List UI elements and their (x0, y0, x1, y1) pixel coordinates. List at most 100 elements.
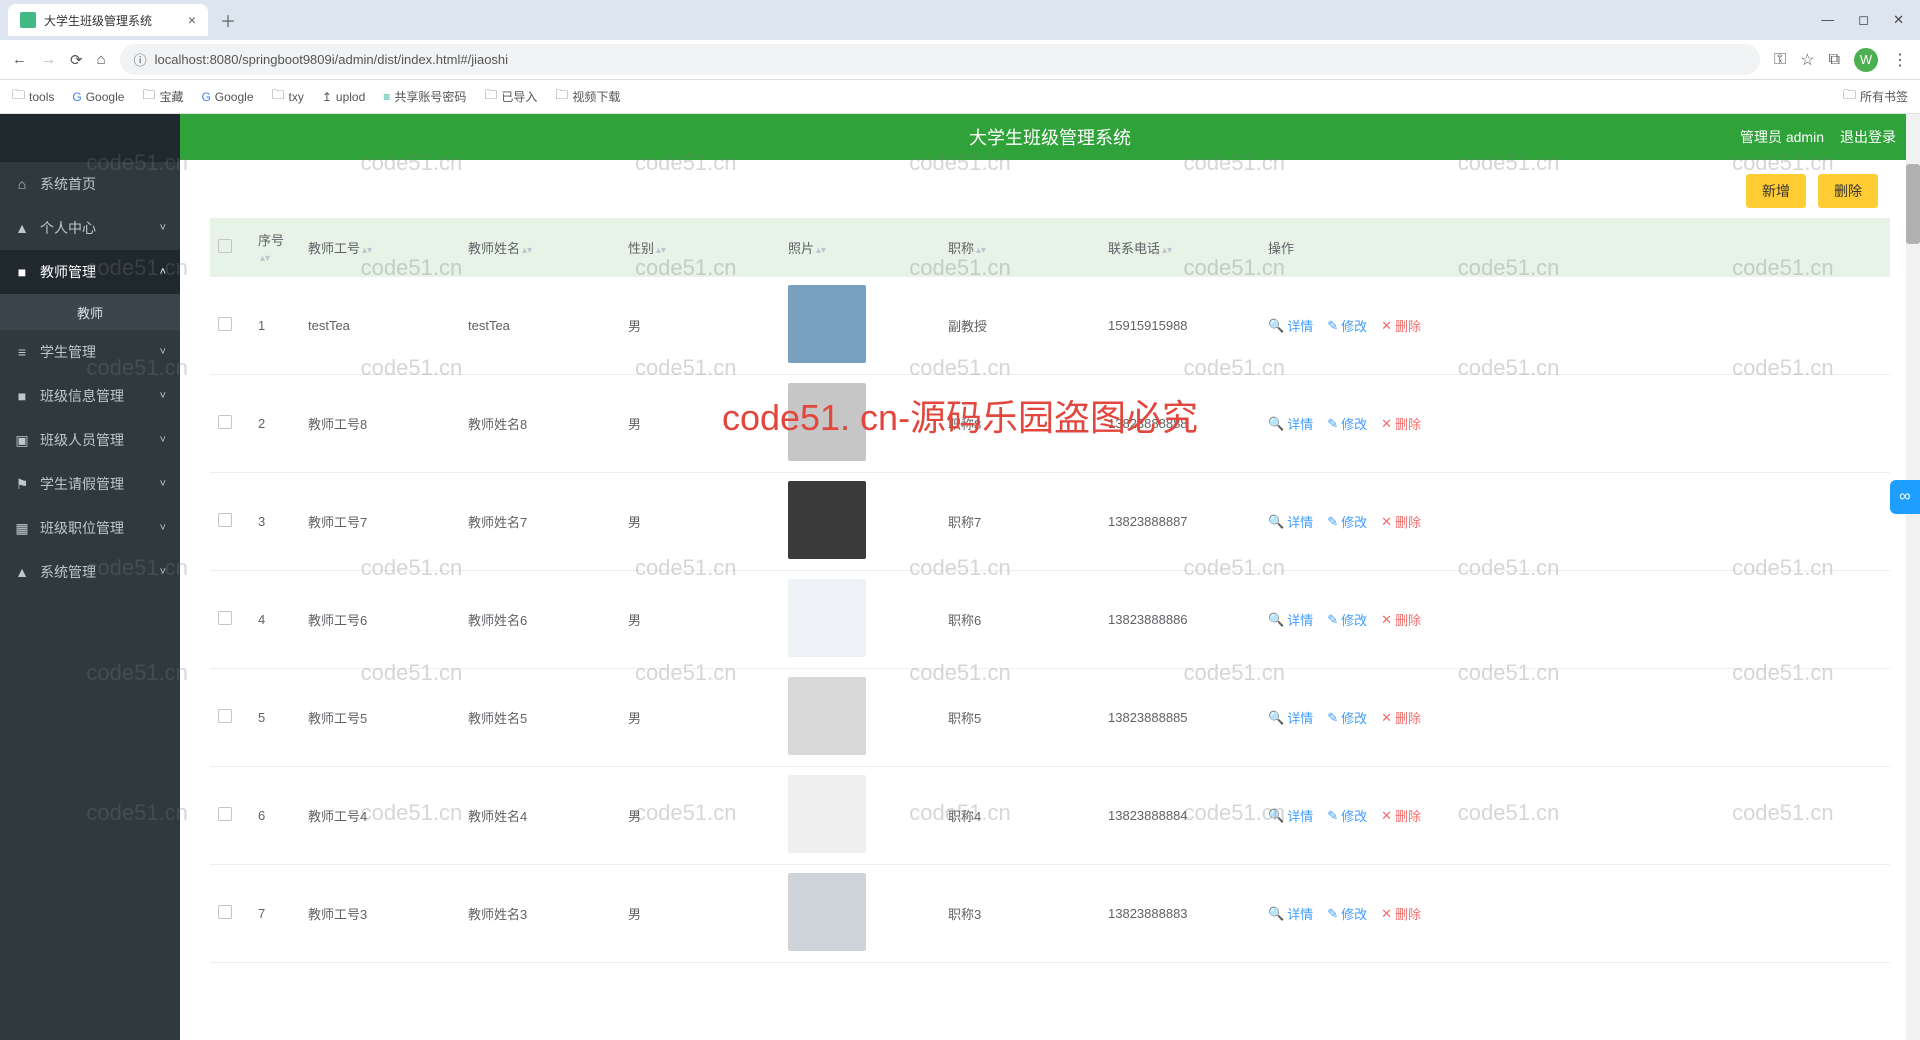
browser-tab[interactable]: 大学生班级管理系统 × (8, 4, 208, 36)
menu-icon[interactable]: ⋮ (1892, 50, 1908, 70)
sort-icon[interactable]: ▴▾ (976, 248, 986, 254)
edit-link[interactable]: ✎修改 (1327, 708, 1367, 727)
detail-link[interactable]: 🔍详情 (1268, 806, 1313, 825)
row-checkbox[interactable] (218, 513, 232, 527)
sidebar-item-2[interactable]: ■教师管理˄ (0, 250, 180, 294)
row-checkbox[interactable] (218, 611, 232, 625)
app-title: 大学生班级管理系统 (969, 124, 1131, 150)
sort-icon[interactable]: ▴▾ (362, 248, 372, 254)
detail-link[interactable]: 🔍详情 (1268, 610, 1313, 629)
edit-link[interactable]: ✎修改 (1327, 610, 1367, 629)
edit-link[interactable]: ✎修改 (1327, 512, 1367, 531)
reload-button[interactable]: ⟳ (70, 51, 83, 69)
delete-link[interactable]: ✕删除 (1381, 414, 1421, 433)
bookmark-item[interactable]: 🗀视频下载 (555, 86, 620, 108)
sort-icon[interactable]: ▴▾ (522, 248, 532, 254)
cell-id: 教师工号8 (300, 375, 460, 473)
bookmark-item[interactable]: ≡共享账号密码 (383, 88, 466, 105)
bookmark-item[interactable]: GGoogle (72, 90, 124, 104)
back-button[interactable]: ← (12, 51, 27, 68)
main: 大学生班级管理系统 管理员 admin 退出登录 新增 删除 序号▴▾ 教师工号… (180, 114, 1920, 1040)
delete-link[interactable]: ✕删除 (1381, 316, 1421, 335)
close-icon: ✕ (1381, 710, 1392, 726)
cell-title: 职称3 (940, 865, 1100, 963)
tab-close-icon[interactable]: × (188, 12, 196, 28)
search-icon: 🔍 (1268, 416, 1284, 432)
delete-link[interactable]: ✕删除 (1381, 610, 1421, 629)
edit-link[interactable]: ✎修改 (1327, 316, 1367, 335)
table-row: 5 教师工号5 教师姓名5 男 职称5 13823888885 🔍详情 ✎修改 … (210, 669, 1890, 767)
row-checkbox[interactable] (218, 709, 232, 723)
detail-link[interactable]: 🔍详情 (1268, 904, 1313, 923)
pencil-icon: ✎ (1327, 710, 1338, 726)
add-button[interactable]: 新增 (1746, 174, 1806, 208)
chevron-icon: ˅ (160, 522, 166, 534)
pencil-icon: ✎ (1327, 318, 1338, 334)
row-checkbox[interactable] (218, 317, 232, 331)
sort-icon[interactable]: ▴▾ (1162, 248, 1172, 254)
sidebar-item-4[interactable]: ■班级信息管理˅ (0, 374, 180, 418)
sidebar-item-0[interactable]: ⌂系统首页 (0, 162, 180, 206)
tab-title: 大学生班级管理系统 (44, 12, 152, 29)
float-share-button[interactable]: ∞ (1890, 480, 1920, 514)
sort-icon[interactable]: ▴▾ (260, 256, 270, 262)
site-info-icon[interactable]: ⓘ (134, 50, 147, 69)
window-close-icon[interactable]: ✕ (1893, 12, 1904, 28)
extensions-icon[interactable]: ⧉ (1829, 51, 1840, 69)
sort-icon[interactable]: ▴▾ (816, 248, 826, 254)
sort-icon[interactable]: ▴▾ (656, 248, 666, 254)
bookmark-item[interactable]: 🗀tools (12, 86, 54, 108)
detail-link[interactable]: 🔍详情 (1268, 316, 1313, 335)
row-checkbox[interactable] (218, 905, 232, 919)
scrollbar-vertical[interactable] (1906, 114, 1920, 1040)
edit-link[interactable]: ✎修改 (1327, 414, 1367, 433)
bookmark-item[interactable]: ↥uplod (322, 90, 365, 104)
search-icon: 🔍 (1268, 514, 1284, 530)
browser-tab-strip: 大学生班级管理系统 × ＋ — ◻ ✕ (0, 0, 1920, 40)
pencil-icon: ✎ (1327, 416, 1338, 432)
window-maximize-icon[interactable]: ◻ (1858, 12, 1869, 28)
window-minimize-icon[interactable]: — (1821, 12, 1834, 28)
bookmark-item[interactable]: 🗀已导入 (484, 86, 537, 108)
home-button[interactable]: ⌂ (97, 51, 106, 68)
delete-link[interactable]: ✕删除 (1381, 806, 1421, 825)
bookmark-all[interactable]: 🗀所有书签 (1843, 86, 1908, 108)
chevron-icon: ˅ (160, 566, 166, 578)
detail-link[interactable]: 🔍详情 (1268, 708, 1313, 727)
detail-link[interactable]: 🔍详情 (1268, 414, 1313, 433)
row-checkbox[interactable] (218, 415, 232, 429)
bookmark-icon[interactable]: ☆ (1800, 50, 1814, 70)
sidebar-item-8[interactable]: ▲系统管理˅ (0, 550, 180, 594)
select-all-checkbox[interactable] (218, 239, 232, 253)
sidebar-item-1[interactable]: ▲个人中心˅ (0, 206, 180, 250)
password-icon[interactable]: ⚿ (1774, 51, 1786, 69)
delete-link[interactable]: ✕删除 (1381, 904, 1421, 923)
detail-link[interactable]: 🔍详情 (1268, 512, 1313, 531)
cell-name: 教师姓名3 (460, 865, 620, 963)
delete-link[interactable]: ✕删除 (1381, 708, 1421, 727)
forward-button[interactable]: → (41, 51, 56, 68)
sidebar-item-6[interactable]: ⚑学生请假管理˅ (0, 462, 180, 506)
delete-button[interactable]: 删除 (1818, 174, 1878, 208)
bookmark-item[interactable]: 🗀txy (272, 86, 304, 108)
row-checkbox[interactable] (218, 807, 232, 821)
sidebar-item-5[interactable]: ▣班级人员管理˅ (0, 418, 180, 462)
submenu-item[interactable]: 教师 (0, 294, 180, 330)
url-input[interactable]: ⓘ localhost:8080/springboot9809i/admin/d… (120, 44, 1760, 75)
new-tab-button[interactable]: ＋ (216, 4, 240, 36)
delete-link[interactable]: ✕删除 (1381, 512, 1421, 531)
sidebar-item-7[interactable]: ▦班级职位管理˅ (0, 506, 180, 550)
bookmark-item[interactable]: GGoogle (201, 90, 253, 104)
bookmark-item[interactable]: 🗀宝藏 (142, 86, 183, 108)
sidebar-item-3[interactable]: ≡学生管理˅ (0, 330, 180, 374)
edit-link[interactable]: ✎修改 (1327, 904, 1367, 923)
logout-link[interactable]: 退出登录 (1840, 127, 1896, 147)
cell-seq: 2 (250, 375, 300, 473)
col-title: 职称 (948, 241, 974, 256)
menu-icon: ▲ (14, 564, 30, 580)
table-row: 6 教师工号4 教师姓名4 男 职称4 13823888884 🔍详情 ✎修改 … (210, 767, 1890, 865)
profile-avatar[interactable]: W (1854, 48, 1878, 72)
edit-link[interactable]: ✎修改 (1327, 806, 1367, 825)
menu-icon: ▲ (14, 220, 30, 236)
cell-id: 教师工号3 (300, 865, 460, 963)
